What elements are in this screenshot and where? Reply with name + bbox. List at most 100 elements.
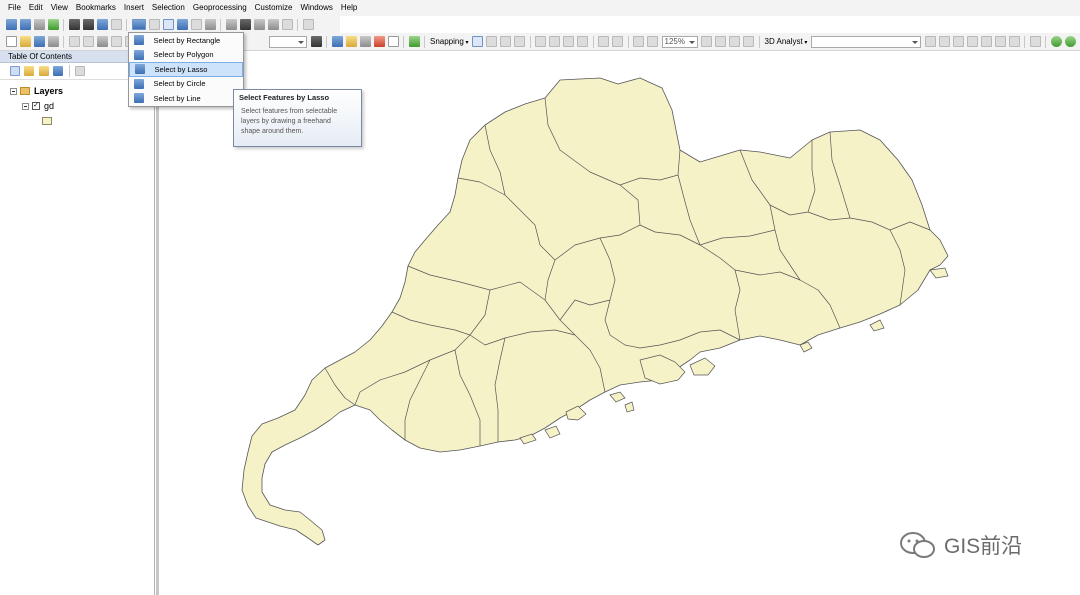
select-elements-icon[interactable] [162,19,174,30]
list-by-visibility-icon[interactable] [38,66,49,76]
go-to-xy-icon[interactable] [267,19,279,30]
search-window-icon[interactable] [359,36,371,47]
layout-back-icon[interactable] [633,36,644,47]
editor-toolbar-icon[interactable] [310,36,322,47]
layer-symbol-swatch[interactable] [42,117,52,125]
map-scale-dropdown[interactable] [269,35,307,48]
end-snapping-icon[interactable] [486,36,497,47]
python-window-icon[interactable] [387,36,399,47]
cut-icon[interactable] [68,36,80,47]
profile-graph-icon[interactable] [1008,36,1020,47]
arcscene-icon[interactable] [1064,36,1076,47]
new-document-icon[interactable] [5,36,17,47]
collapse-layer-icon[interactable] [22,102,29,110]
forward-extent-icon[interactable] [110,19,122,30]
menu-selection[interactable]: Selection [148,0,189,16]
menu-bookmarks[interactable]: Bookmarks [72,0,120,16]
select-features-menu: Select by Rectangle Select by Polygon Se… [128,32,244,107]
interpolate-line-icon[interactable] [980,36,992,47]
paste-icon[interactable] [96,36,108,47]
interpolate-point-icon[interactable] [966,36,978,47]
zoom-in-icon[interactable] [5,19,17,30]
menu-help[interactable]: Help [337,0,361,16]
data-driven-pages-icon[interactable] [743,36,754,47]
fixed-zoom-icon[interactable] [598,36,609,47]
measure-icon[interactable] [225,19,237,30]
zoom-out-icon[interactable] [19,19,31,30]
html-popup-icon[interactable] [204,19,216,30]
full-extent-icon[interactable] [47,19,59,30]
arcglobe-icon[interactable] [1050,36,1062,47]
table-of-contents-icon[interactable] [331,36,343,47]
layout-pan-icon[interactable] [563,36,574,47]
create-viewer-icon[interactable] [302,19,314,30]
menu-view[interactable]: View [47,0,72,16]
3d-graph-icon[interactable] [1029,36,1041,47]
menu-customize[interactable]: Customize [251,0,297,16]
line-of-sight-icon[interactable] [952,36,964,47]
open-icon[interactable] [19,36,31,47]
snapping-menu[interactable]: Snapping [428,37,471,46]
menu-insert[interactable]: Insert [120,0,148,16]
layers-label[interactable]: Layers [34,86,63,96]
menu-item-label: Select by Lasso [154,64,208,74]
find-icon[interactable] [239,19,251,30]
list-by-selection-icon[interactable] [53,66,63,76]
catalog-icon[interactable] [345,36,357,47]
fixed-zoom-in-icon[interactable] [68,19,80,30]
edge-snapping-icon[interactable] [514,36,525,47]
menu-geoprocessing[interactable]: Geoprocessing [189,0,251,16]
arctoolbox-icon[interactable] [373,36,385,47]
focus-data-frame-icon[interactable] [715,36,726,47]
pan-icon[interactable] [33,19,45,30]
menu-item-select-by-lasso[interactable]: Select by Lasso [129,62,243,77]
menu-edit[interactable]: Edit [25,0,47,16]
model-builder-icon[interactable] [408,36,420,47]
menu-item-select-by-line[interactable]: Select by Line [129,91,243,106]
menu-item-select-by-rectangle[interactable]: Select by Rectangle [129,33,243,48]
toggle-draft-icon[interactable] [701,36,712,47]
find-route-icon[interactable] [253,19,265,30]
zoom-100-icon[interactable] [612,36,623,47]
zoom-whole-page-icon[interactable] [577,36,588,47]
clear-selection-icon[interactable] [148,19,160,30]
interpolate-polygon-icon[interactable] [994,36,1006,47]
layer-name[interactable]: gd [44,101,54,111]
point-snapping-icon[interactable] [472,36,483,47]
change-layout-icon[interactable] [729,36,740,47]
zoom-percent-dropdown[interactable]: 125% [661,35,698,48]
tree-row-layer[interactable]: ✓ gd [22,101,54,111]
3d-layer-dropdown[interactable] [811,35,922,48]
vertex-snapping-icon[interactable] [500,36,511,47]
tooltip-line-3: shape around them. [241,128,304,135]
collapse-layers-icon[interactable] [10,87,17,95]
layer-visibility-checkbox[interactable]: ✓ [32,102,40,110]
tree-row-symbol[interactable] [42,117,52,125]
steepest-path-icon[interactable] [938,36,950,47]
identify-icon[interactable] [176,19,188,30]
3d-analyst-menu[interactable]: 3D Analyst [763,37,810,46]
time-slider-icon[interactable] [281,19,293,30]
menu-item-select-by-circle[interactable]: Select by Circle [129,77,243,92]
menu-item-select-by-polygon[interactable]: Select by Polygon [129,48,243,63]
menu-windows[interactable]: Windows [296,0,336,16]
fixed-zoom-out-icon[interactable] [82,19,94,30]
toolbar-separator [1024,35,1026,48]
print-icon[interactable] [47,36,59,47]
save-icon[interactable] [33,36,45,47]
back-extent-icon[interactable] [96,19,108,30]
layout-zoom-in-icon[interactable] [535,36,546,47]
hyperlink-icon[interactable] [190,19,202,30]
toolbar-separator [758,35,760,48]
select-features-icon[interactable] [131,19,146,30]
list-by-drawing-order-icon[interactable] [9,66,20,76]
menu-file[interactable]: File [4,0,25,16]
layout-forward-icon[interactable] [647,36,658,47]
layout-zoom-out-icon[interactable] [549,36,560,47]
copy-icon[interactable] [82,36,94,47]
create-contours-icon[interactable] [924,36,936,47]
delete-icon[interactable] [110,36,122,47]
tree-row-layers[interactable]: Layers [10,86,63,96]
toc-options-icon[interactable] [74,66,85,76]
list-by-source-icon[interactable] [24,66,34,76]
